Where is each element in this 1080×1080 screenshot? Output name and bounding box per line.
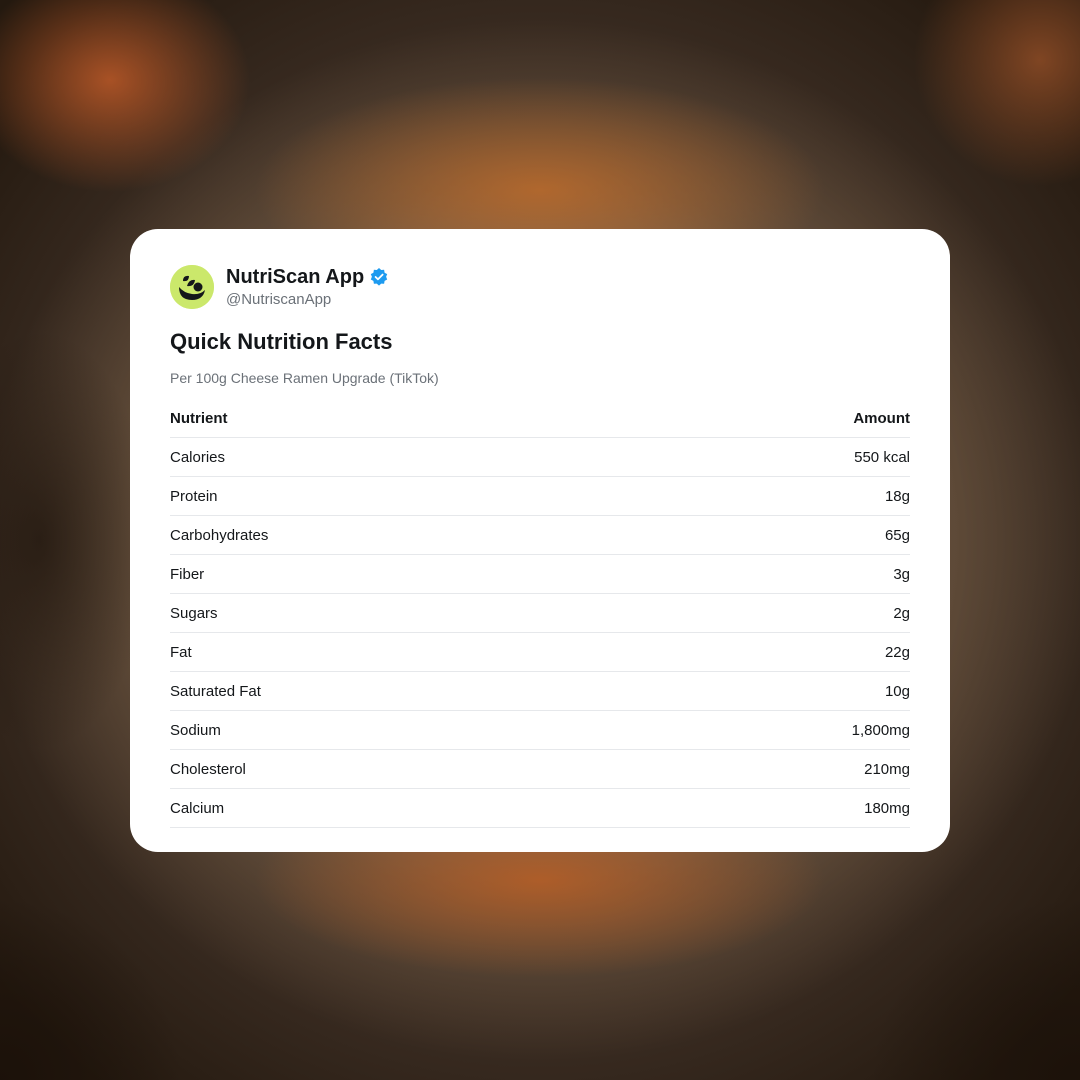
table-row: Sugars 2g: [170, 594, 910, 633]
nutrient-amount: 18g: [884, 487, 910, 505]
nutrient-amount: 10g: [884, 682, 910, 700]
name-row: NutriScan App: [226, 265, 389, 289]
account-handle[interactable]: @NutriscanApp: [226, 290, 389, 310]
table-row: Calcium 180mg: [170, 789, 910, 828]
nutrient-name: Cholesterol: [170, 760, 246, 778]
nutrient-amount: 3g: [893, 565, 910, 583]
nutrient-name: Protein: [170, 487, 218, 505]
column-header-amount: Amount: [853, 409, 910, 427]
nutrient-name: Calories: [170, 448, 226, 466]
nutrient-amount: 210mg: [864, 760, 910, 778]
nutrient-amount: 550 kcal: [854, 448, 910, 466]
nutrition-table: Nutrient Amount Calories 550 kcal Protei…: [170, 399, 910, 828]
nutrient-name: Sugars: [170, 604, 218, 622]
nutrient-name: Fat: [170, 643, 192, 661]
table-row: Protein 18g: [170, 477, 910, 516]
nutrition-card: NutriScan App @NutriscanApp Quick Nutrit…: [130, 229, 950, 852]
verified-badge-icon: [369, 267, 389, 287]
nutrient-name: Fiber: [170, 565, 205, 583]
nutriscan-logo-icon[interactable]: [170, 265, 214, 309]
table-row: Fiber 3g: [170, 555, 910, 594]
card-subtitle: Per 100g Cheese Ramen Upgrade (TikTok): [170, 370, 439, 386]
app-name[interactable]: NutriScan App: [226, 265, 364, 289]
nutrient-amount: 2g: [893, 604, 910, 622]
nutrient-amount: 22g: [884, 643, 910, 661]
card-title: Quick Nutrition Facts: [170, 329, 393, 354]
profile-header: NutriScan App @NutriscanApp: [170, 263, 910, 311]
nutrient-amount: 1,800mg: [851, 721, 910, 739]
nutrient-name: Sodium: [170, 721, 221, 739]
table-row: Carbohydrates 65g: [170, 516, 910, 555]
profile-text: NutriScan App @NutriscanApp: [226, 265, 389, 310]
table-row: Fat 22g: [170, 633, 910, 672]
table-row: Calories 550 kcal: [170, 438, 910, 477]
table-row: Sodium 1,800mg: [170, 711, 910, 750]
nutrient-name: Calcium: [170, 799, 225, 817]
nutrient-amount: 180mg: [864, 799, 910, 817]
table-row: Cholesterol 210mg: [170, 750, 910, 789]
table-row: Saturated Fat 10g: [170, 672, 910, 711]
nutrient-name: Saturated Fat: [170, 682, 261, 700]
column-header-nutrient: Nutrient: [170, 409, 228, 427]
table-header-row: Nutrient Amount: [170, 399, 910, 438]
nutrient-amount: 65g: [884, 526, 910, 544]
nutrient-name: Carbohydrates: [170, 526, 269, 544]
